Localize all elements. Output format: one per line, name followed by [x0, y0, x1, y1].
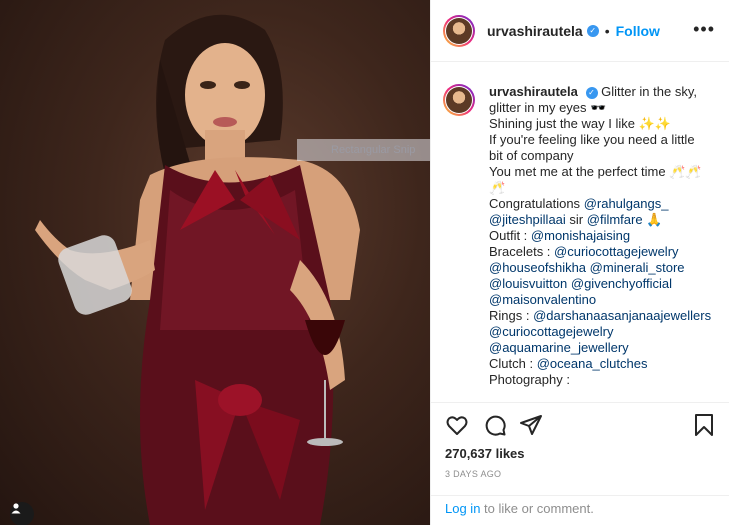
caption-label: Rings :: [489, 308, 530, 323]
caption-label: Clutch :: [489, 356, 534, 371]
login-bar: Log in to like or comment.: [431, 495, 729, 525]
caption-text-sir: sir: [569, 212, 584, 227]
bookmark-icon[interactable]: [693, 413, 715, 437]
caption-username[interactable]: urvashirautela: [489, 84, 578, 99]
caption-row: urvashirautela ✓ Glitter in the sky, gli…: [443, 84, 713, 388]
login-link[interactable]: Log in: [445, 501, 480, 516]
follow-button[interactable]: Follow: [616, 23, 660, 39]
mention-link[interactable]: @monishajaising: [531, 228, 630, 243]
caption-emoji: 🙏: [646, 212, 663, 227]
verified-icon: ✓: [585, 87, 598, 99]
post-photo[interactable]: Rectangular Snip: [0, 0, 430, 525]
caption-label: Photography :: [489, 372, 570, 387]
user-icon: [11, 503, 21, 514]
mention-link[interactable]: @darshanaasanjanaajewellers: [533, 308, 711, 323]
caption-avatar[interactable]: [443, 84, 475, 116]
post-timestamp[interactable]: 3 DAYS AGO: [445, 469, 501, 479]
tagged-user-button[interactable]: [10, 502, 34, 525]
caption-line: You met me at the perfect time 🥂🥂: [489, 164, 702, 179]
caption-text: urvashirautela ✓ Glitter in the sky, gli…: [489, 84, 713, 388]
mention-link[interactable]: @oceana_clutches: [537, 356, 648, 371]
mention-link[interactable]: @rahulgangs_: [584, 196, 669, 211]
heart-icon[interactable]: [445, 413, 469, 437]
login-suffix: to like or comment.: [484, 501, 594, 516]
caption-line: Shining just the way I like ✨✨: [489, 116, 671, 131]
avatar[interactable]: [443, 14, 475, 47]
comment-icon[interactable]: [483, 413, 507, 437]
action-icons: [443, 413, 717, 439]
mention-link[interactable]: @maisonvalentino: [489, 292, 596, 307]
more-icon[interactable]: •••: [693, 20, 715, 38]
verified-icon: ✓: [586, 24, 599, 37]
post-header: urvashirautela ✓ • Follow •••: [431, 0, 729, 62]
share-icon[interactable]: [519, 413, 543, 437]
caption-line: glitter in my eyes 🕶️: [489, 100, 607, 115]
mention-link[interactable]: @curiocottagejewelry: [489, 324, 613, 339]
snip-tooltip: Rectangular Snip: [297, 139, 430, 161]
mention-link[interactable]: @minerali_store: [590, 260, 685, 275]
photo-illustration: [35, 14, 360, 525]
caption-line: 🥂: [489, 180, 506, 195]
mention-link[interactable]: @houseofshikha: [489, 260, 586, 275]
like-count[interactable]: 270,637 likes: [445, 446, 525, 461]
mention-link[interactable]: @givenchyofficial: [571, 276, 672, 291]
mention-link[interactable]: @jiteshpillaai: [489, 212, 566, 227]
post-actions: 270,637 likes 3 DAYS AGO Log in to like …: [431, 402, 729, 525]
caption-line: bit of company: [489, 148, 574, 163]
mention-link[interactable]: @aquamarine_jewellery: [489, 340, 629, 355]
separator-dot: •: [604, 22, 610, 39]
post-side-panel: urvashirautela ✓ • Follow ••• urvashirau…: [430, 0, 729, 525]
caption-congrats: Congratulations: [489, 196, 581, 211]
caption-line: If you're feeling like you need a little: [489, 132, 695, 147]
caption-label: Outfit :: [489, 228, 528, 243]
username-link[interactable]: urvashirautela: [487, 23, 583, 39]
mention-link[interactable]: @filmfare: [587, 212, 643, 227]
caption-line: Glitter in the sky,: [601, 84, 697, 99]
caption-label: Bracelets :: [489, 244, 551, 259]
mention-link[interactable]: @curiocottagejewelry: [554, 244, 678, 259]
comments-area[interactable]: urvashirautela ✓ Glitter in the sky, gli…: [431, 62, 729, 402]
mention-link[interactable]: @louisvuitton: [489, 276, 567, 291]
